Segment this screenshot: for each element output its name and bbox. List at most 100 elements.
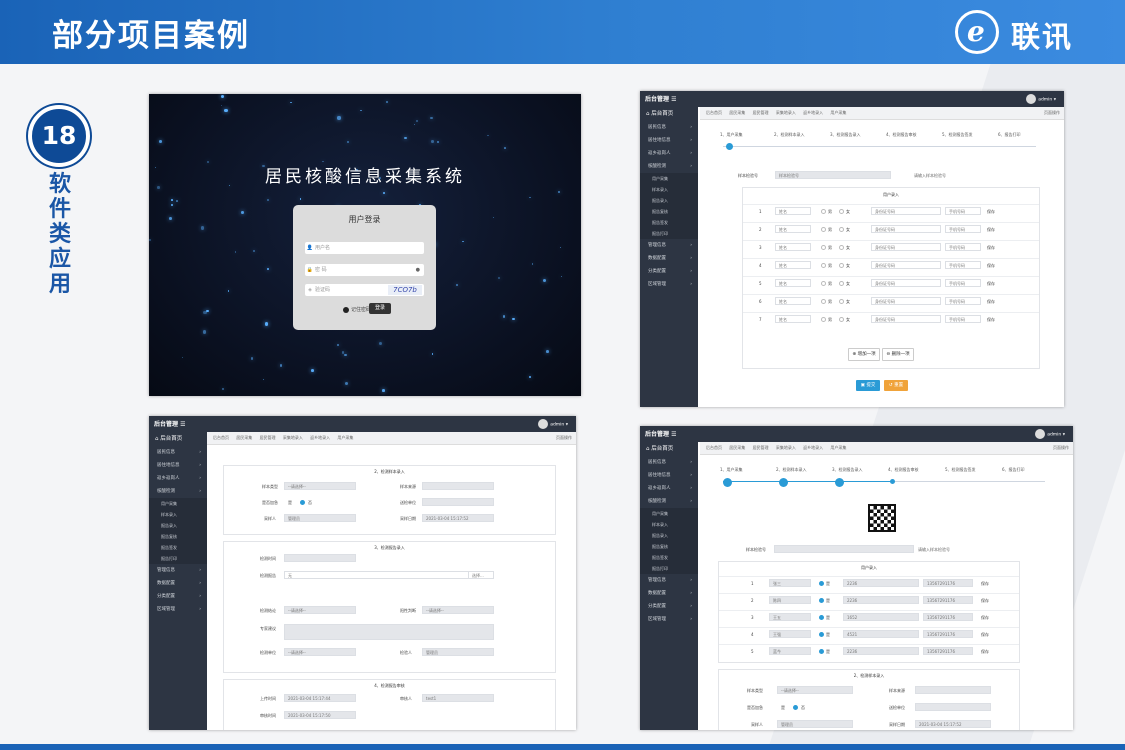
female-radio[interactable] — [839, 263, 844, 268]
sidebar-item[interactable]: 核酸检测 — [640, 495, 698, 508]
female-radio[interactable] — [839, 299, 844, 304]
sidebar-item[interactable]: 返乡返岗人 — [640, 147, 698, 160]
save-button[interactable]: 保存 — [987, 281, 995, 287]
sample-no-input[interactable] — [774, 545, 914, 553]
sidebar-subitem[interactable]: 报告录入 — [640, 530, 698, 541]
tab[interactable]: 用户采集 — [830, 110, 846, 115]
urgent-no[interactable]: 否 — [308, 500, 312, 506]
sidebar-subitem[interactable]: 报告复核 — [640, 541, 698, 552]
sidebar-item[interactable]: 居住地信息 — [640, 469, 698, 482]
sidebar-item[interactable]: 管理信息 — [149, 564, 207, 577]
save-button[interactable]: 保存 — [987, 317, 995, 323]
name-input[interactable]: 姓名 — [775, 297, 811, 305]
sidebar-item[interactable]: 核酸检测 — [149, 485, 207, 498]
id-input[interactable]: 2236 — [843, 647, 919, 655]
urgent-no[interactable]: 否 — [801, 705, 805, 711]
save-button[interactable]: 保存 — [981, 632, 989, 638]
urgent-yes[interactable]: 是 — [288, 500, 292, 506]
page-ops[interactable]: 页面操作 — [1053, 442, 1069, 454]
sidebar-item[interactable]: 分类配置 — [149, 590, 207, 603]
remember-password[interactable]: 记住密码 — [343, 306, 371, 313]
tab[interactable]: 居民管理 — [753, 110, 769, 115]
tab[interactable]: 用户采集 — [337, 435, 353, 440]
sidebar-item[interactable]: 居住地信息 — [149, 459, 207, 472]
tab[interactable]: 返乡地录入 — [310, 435, 330, 440]
remove-one-button[interactable]: ⊖ 删除一项 — [882, 348, 914, 361]
save-button[interactable]: 保存 — [981, 649, 989, 655]
admin-user[interactable]: admin ▾ — [538, 419, 568, 429]
sample-source-input[interactable] — [422, 482, 494, 490]
save-button[interactable]: 保存 — [981, 598, 989, 604]
save-button[interactable]: 保存 — [987, 227, 995, 233]
phone-input[interactable]: 13567291176 — [923, 630, 973, 638]
sidebar-subitem[interactable]: 样本录入 — [640, 519, 698, 530]
sample-type-select[interactable]: --请选择-- — [284, 482, 356, 490]
name-input[interactable]: 蓝今 — [769, 647, 811, 655]
sidebar-item[interactable]: 管理信息 — [640, 239, 698, 252]
phone-input[interactable]: 13567291176 — [923, 596, 973, 604]
sample-source-input[interactable] — [915, 686, 991, 694]
save-button[interactable]: 保存 — [987, 263, 995, 269]
sidebar-subitem[interactable]: 报告打印 — [640, 563, 698, 574]
male-radio[interactable] — [821, 263, 826, 268]
female-radio[interactable] — [839, 209, 844, 214]
name-input[interactable]: 王强 — [769, 630, 811, 638]
sidebar-item[interactable]: 区域管理 — [640, 278, 698, 291]
phone-input[interactable]: 手机号码 — [945, 297, 981, 305]
phone-input[interactable]: 手机号码 — [945, 315, 981, 323]
sidebar-item[interactable]: 数据配置 — [640, 587, 698, 600]
female-radio[interactable] — [839, 227, 844, 232]
admin-user[interactable]: admin ▾ — [1026, 94, 1056, 104]
phone-input[interactable]: 手机号码 — [945, 279, 981, 287]
tab[interactable]: 居民采集 — [729, 110, 745, 115]
sidebar-item[interactable]: 数据配置 — [640, 252, 698, 265]
reviewer-input[interactable]: test1 — [422, 694, 494, 702]
id-input[interactable]: 身份证号码 — [871, 207, 941, 215]
tab[interactable]: 采集地录入 — [776, 445, 796, 450]
login-button[interactable]: 登录 — [369, 303, 391, 314]
sidebar-subitem[interactable]: 报告签发 — [640, 552, 698, 563]
male-radio[interactable] — [819, 598, 824, 603]
collect-date-input[interactable]: 2021-03-04 15:17:52 — [915, 720, 991, 728]
id-input[interactable]: 4521 — [843, 630, 919, 638]
female-radio[interactable] — [839, 245, 844, 250]
sidebar-subitem[interactable]: 报告录入 — [149, 520, 207, 531]
phone-input[interactable]: 13567291176 — [923, 647, 973, 655]
checker-input[interactable]: 管理员 — [422, 648, 494, 656]
name-input[interactable]: 姓名 — [775, 243, 811, 251]
name-input[interactable]: 王五 — [769, 613, 811, 621]
save-button[interactable]: 保存 — [981, 615, 989, 621]
male-radio[interactable] — [821, 299, 826, 304]
male-radio[interactable] — [821, 281, 826, 286]
phone-input[interactable]: 手机号码 — [945, 207, 981, 215]
sidebar-subitem[interactable]: 报告打印 — [640, 228, 698, 239]
submit-button[interactable]: ▣ 提交 — [856, 380, 880, 391]
page-ops[interactable]: 页面操作 — [1044, 107, 1060, 119]
sidebar-item[interactable]: 居住地信息 — [640, 134, 698, 147]
male-radio[interactable] — [821, 227, 826, 232]
id-input[interactable]: 身份证号码 — [871, 225, 941, 233]
sidebar-item[interactable]: 居民信息 — [640, 121, 698, 134]
sidebar-subitem[interactable]: 报告复核 — [149, 531, 207, 542]
captcha-field[interactable]: ◈ 验证码 7CO7b — [305, 284, 424, 296]
sidebar-home[interactable]: ⌂ 后台首页 — [640, 107, 698, 121]
submit-time-input[interactable]: 2021-03-04 15:17:44 — [284, 694, 356, 702]
male-radio[interactable] — [819, 632, 824, 637]
sidebar-item[interactable]: 返乡返岗人 — [640, 482, 698, 495]
phone-input[interactable]: 13567291176 — [923, 613, 973, 621]
sidebar-subitem[interactable]: 样本录入 — [149, 509, 207, 520]
sample-type-select[interactable]: --请选择-- — [777, 686, 853, 694]
save-button[interactable]: 保存 — [981, 581, 989, 587]
male-radio[interactable] — [819, 581, 824, 586]
sidebar-subitem[interactable]: 用户采集 — [640, 508, 698, 519]
sidebar-item[interactable]: 分类配置 — [640, 265, 698, 278]
name-input[interactable]: 姓名 — [775, 207, 811, 215]
sidebar-item[interactable]: 居民信息 — [149, 446, 207, 459]
tab[interactable]: 返乡地录入 — [803, 110, 823, 115]
admin-user[interactable]: admin ▾ — [1035, 429, 1065, 439]
check-time-input[interactable] — [284, 554, 356, 562]
phone-input[interactable]: 手机号码 — [945, 225, 981, 233]
sidebar-item[interactable]: 区域管理 — [149, 603, 207, 616]
sidebar-subitem[interactable]: 样本录入 — [640, 184, 698, 195]
save-button[interactable]: 保存 — [987, 209, 995, 215]
